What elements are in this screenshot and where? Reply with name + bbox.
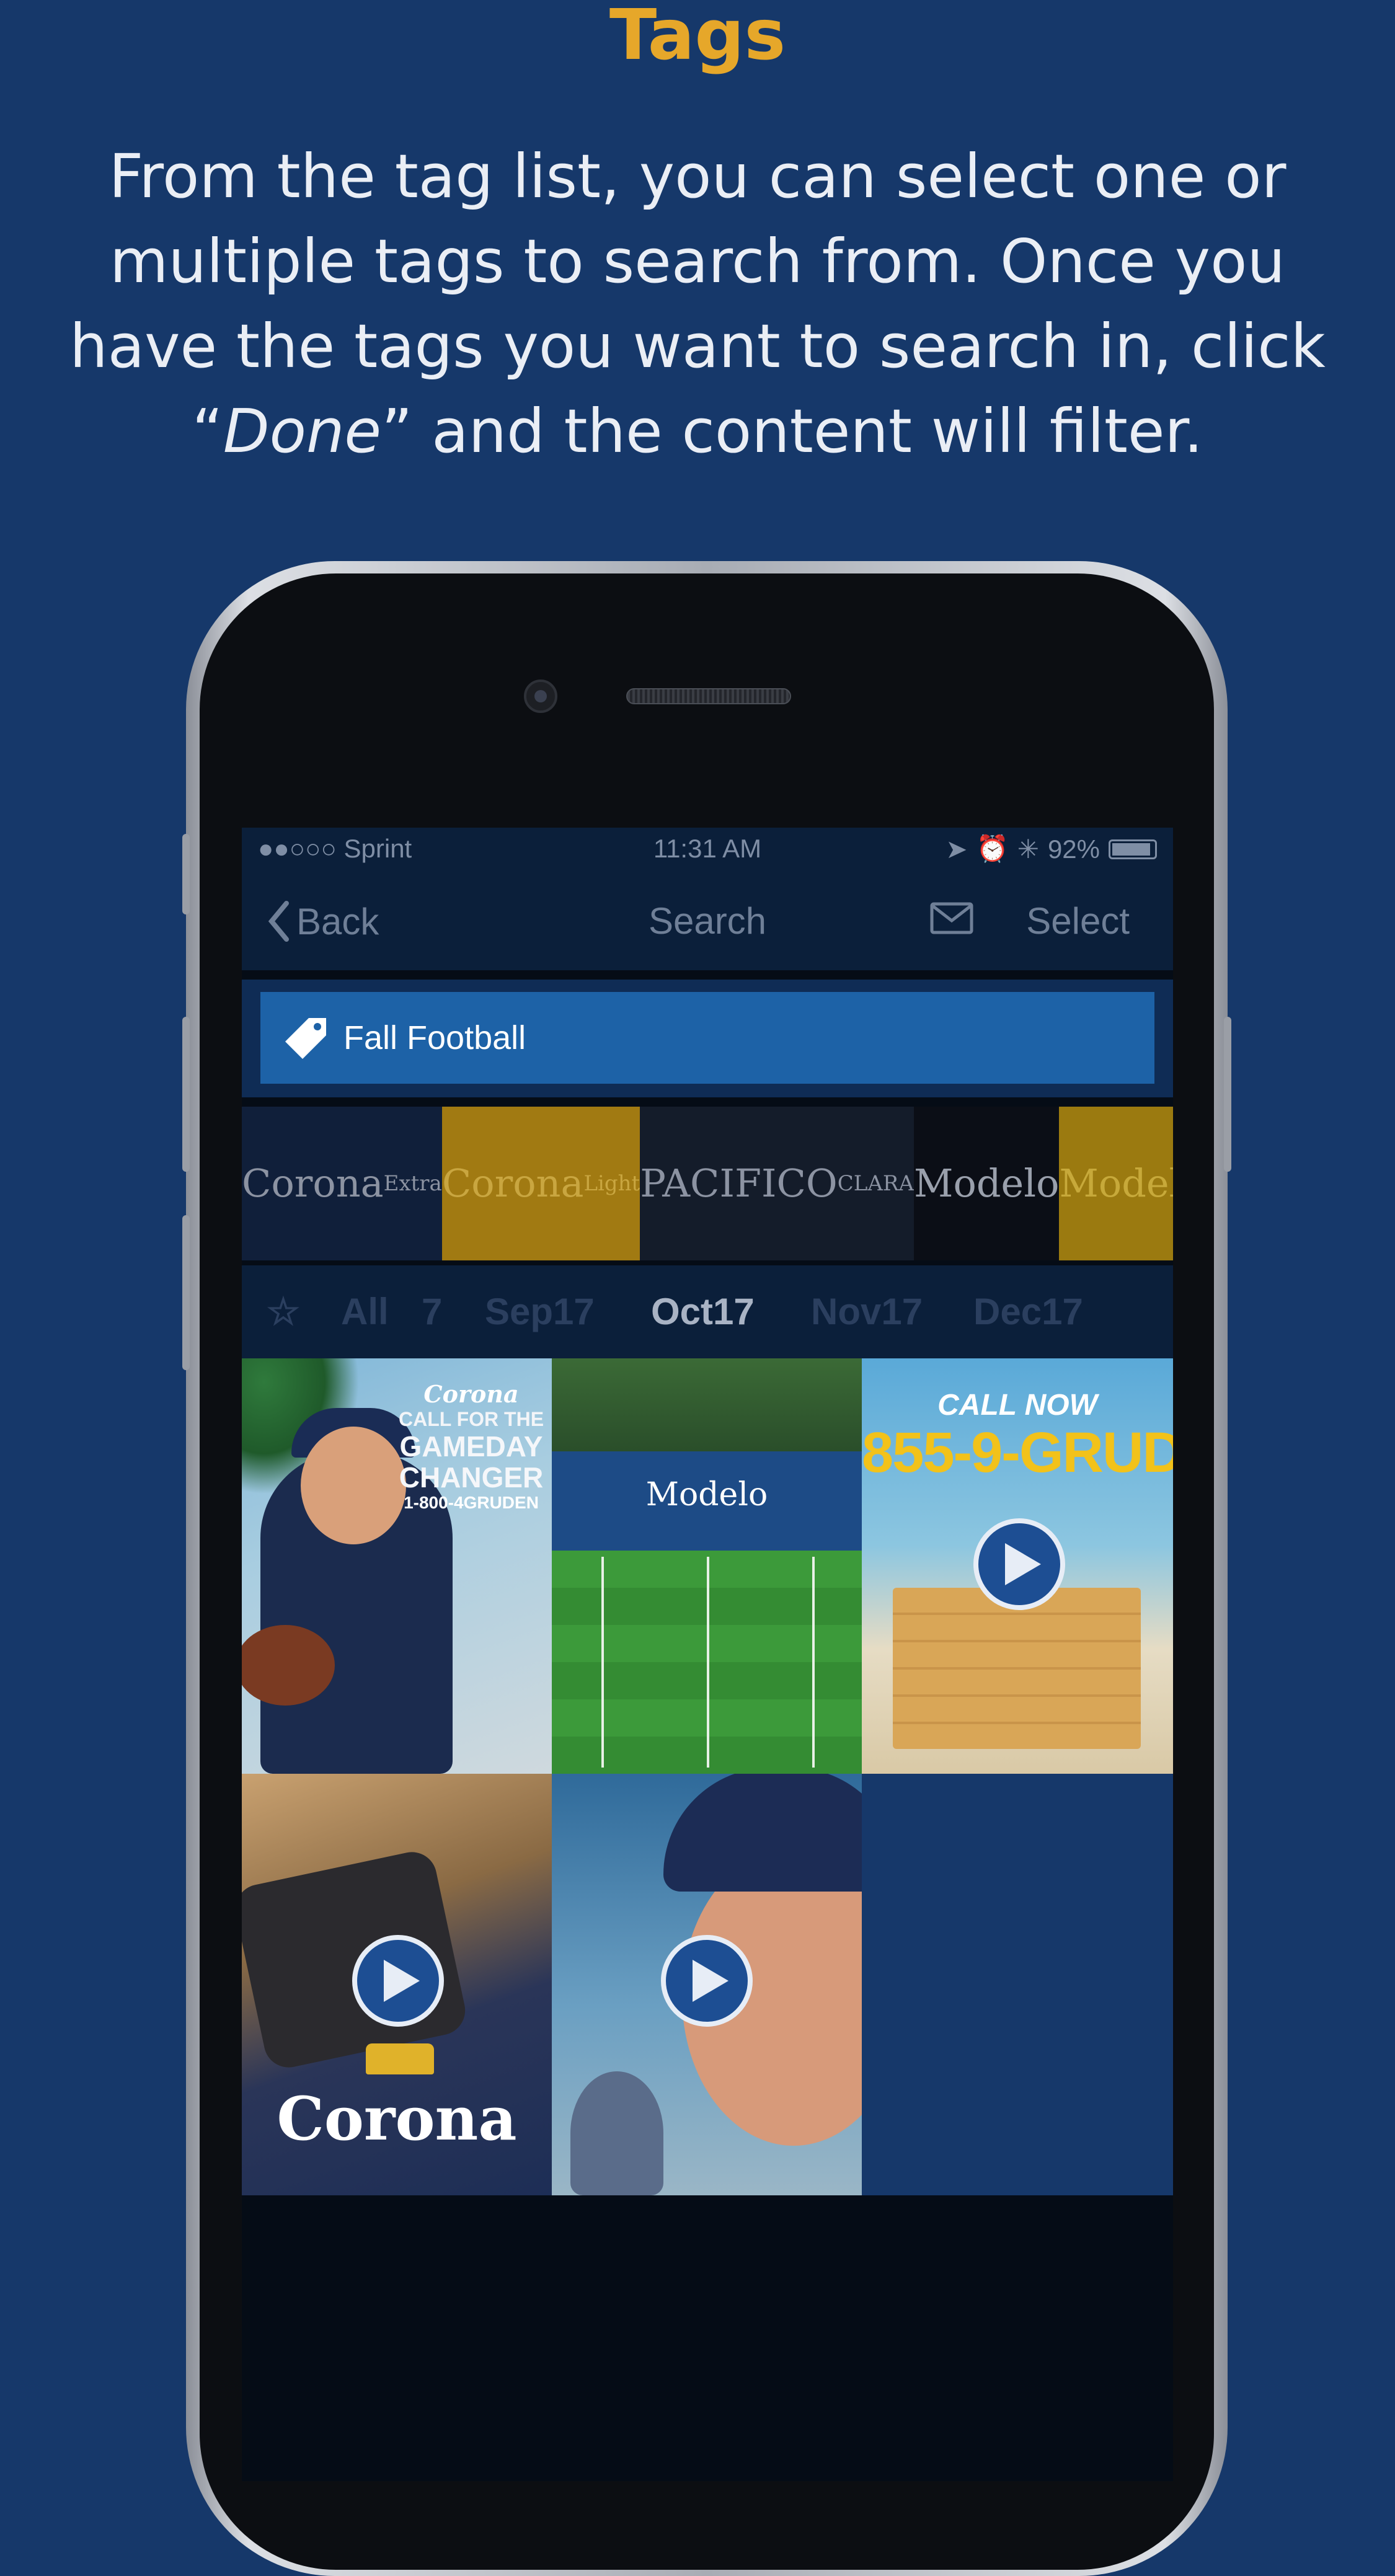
front-camera [524,679,557,713]
brand-name: Modelo [914,1161,1060,1206]
yard-line [601,1557,604,1768]
yard-line [707,1557,709,1768]
ad-brand: Corona [423,1380,519,1408]
modelo-banner: Modelo [552,1451,862,1551]
brand-strip: Corona Extra Corona Light PACIFICO CLARA Model… [242,1107,1173,1260]
play-icon[interactable] [352,1935,444,2027]
brand-logo-modelo[interactable]: Modelo [914,1107,1060,1260]
play-icon[interactable] [973,1518,1065,1610]
tag-chip-fall-football[interactable]: Fall Football [260,992,1154,1084]
content-tile-call-now-video[interactable]: CALL NOW 855-9-GRUD [862,1358,1173,1774]
location-icon: ➤ [946,834,968,864]
crown-logo [366,2043,434,2074]
battery-fill [1112,843,1150,856]
month-item-all[interactable]: All [341,1290,389,1333]
ad-line-3: CHANGER [399,1461,544,1494]
status-bar: ●●○○○ Sprint 11:31 AM ➤ ⏰ ✳ 92% [242,828,1173,870]
corona-logo: Corona [277,2084,517,2154]
month-item-oct17[interactable]: Oct17 [651,1290,755,1333]
battery-percent: 92% [1047,834,1100,864]
content-tile-corona-phone-video[interactable]: Corona [242,1774,552,2195]
yard-line [812,1557,815,1768]
brand-name: Corona [242,1161,384,1206]
mail-icon[interactable] [930,902,973,934]
month-filter-bar: ☆ All 7 Sep17 Oct17 Nov17 Dec17 [242,1265,1173,1358]
month-item-7[interactable]: 7 [422,1290,442,1333]
brand-subtitle: Extra [383,1171,442,1196]
brand-name: Corona [441,1161,584,1206]
tag-icon [285,1018,326,1059]
content-grid: Corona CALL FOR THE GAMEDAY CHANGER 1-80… [242,1358,1173,2195]
brand-logo-modelo-negra[interactable]: ModeloNegra [1059,1107,1173,1260]
favorite-star-icon[interactable]: ☆ [267,1290,300,1334]
select-button[interactable]: Select [1026,900,1130,942]
brand-subtitle: CLARA [837,1171,914,1196]
cap-image [663,1774,862,1892]
volume-up-button [182,1017,190,1172]
alarm-icon: ⏰ [976,834,1009,863]
content-tile-bobblehead-video[interactable] [552,1774,862,2195]
desk-image [893,1588,1141,1749]
ad-text: Corona CALL FOR THE GAMEDAY CHANGER 1-80… [391,1380,552,1513]
phone-number-text: 855-9-GRUD [862,1421,1173,1484]
ad-line-4: 1-800-4GRUDEN [404,1493,539,1512]
field-top-image [552,1358,862,1451]
status-right: ➤ ⏰ ✳ 92% [946,834,1157,864]
ad-line-2: GAMEDAY [399,1430,543,1463]
battery-icon [1109,839,1157,859]
page-title: Tags [609,0,786,76]
brand-logo-corona-extra[interactable]: Corona Extra [242,1107,442,1260]
empty-tile [862,1774,1173,2195]
description-part-2: ” and the content will filter. [381,396,1203,466]
content-tile-gameday-changer[interactable]: Corona CALL FOR THE GAMEDAY CHANGER 1-80… [242,1358,552,1774]
call-now-text: CALL NOW [937,1389,1097,1422]
bobblehead-image [570,2071,663,2195]
page-description: From the tag list, you can select one or… [37,134,1358,474]
volume-down-button [182,1215,190,1370]
play-icon[interactable] [661,1935,753,2027]
modelo-logo: Modelo [645,1476,768,1513]
ad-line-1: CALL FOR THE [398,1408,544,1430]
power-button [1224,1017,1231,1172]
bluetooth-icon: ✳ [1017,834,1039,864]
tag-bar: Fall Football [242,980,1173,1097]
brand-logo-corona-light[interactable]: Corona Light [441,1107,640,1260]
nav-bar: Back Search Select [242,870,1173,970]
month-item-nov17[interactable]: Nov17 [811,1290,923,1333]
brand-name: PACIFICO [640,1161,838,1206]
tag-label: Fall Football [343,1019,526,1056]
brand-subtitle: Light [583,1171,640,1196]
brand-name: Modelo [1059,1161,1173,1206]
month-item-dec17[interactable]: Dec17 [973,1290,1083,1333]
description-italic: Done [223,396,382,466]
content-tile-modelo-field[interactable]: Modelo [552,1358,862,1774]
earpiece-speaker [626,688,791,704]
mute-switch [182,834,190,914]
month-item-sep17[interactable]: Sep17 [485,1290,595,1333]
phone-screen: ●●○○○ Sprint 11:31 AM ➤ ⏰ ✳ 92% Back Sea… [242,828,1173,2481]
brand-logo-pacifico-clara[interactable]: PACIFICO CLARA [640,1107,914,1260]
